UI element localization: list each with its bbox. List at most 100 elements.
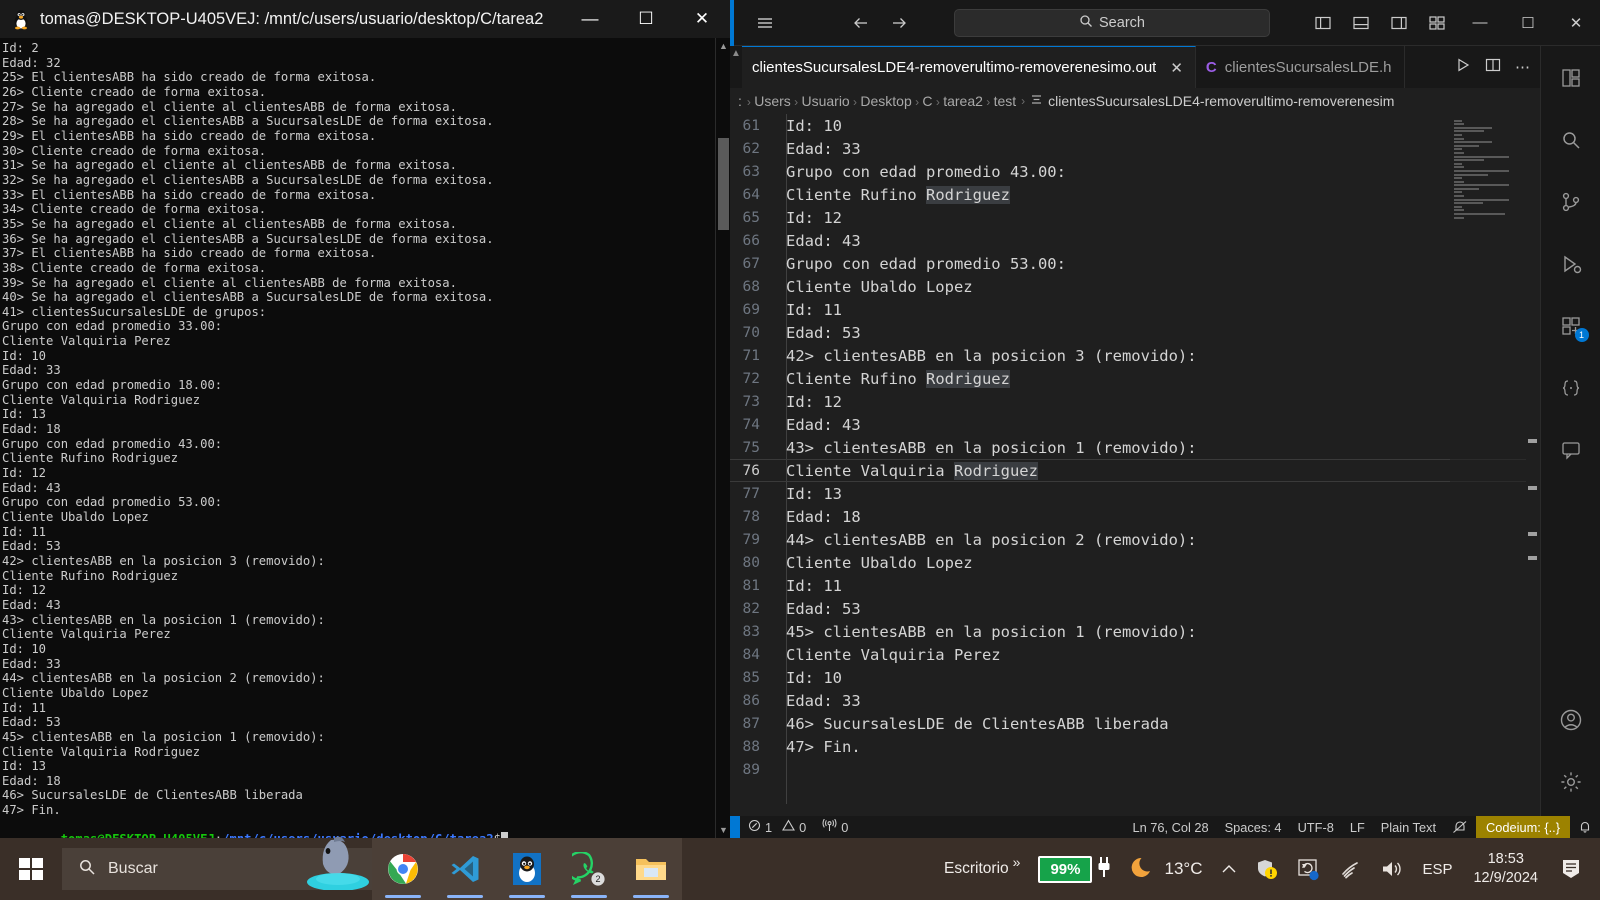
bell-icon[interactable] (1570, 816, 1600, 838)
code-line[interactable]: 69 Id: 11 (730, 298, 1540, 321)
customize-layout-icon[interactable] (1418, 6, 1456, 40)
taskbar-search[interactable]: Buscar (62, 836, 372, 891)
terminal-scroll-up-icon[interactable]: ▲ (716, 38, 730, 54)
code-line[interactable]: 75 43> clientesABB en la posicion 1 (remo… (730, 436, 1540, 459)
speaker-icon[interactable] (1373, 838, 1411, 900)
breadcrumb-item[interactable]: tarea2 (943, 93, 983, 109)
code-line[interactable]: 85 Id: 10 (730, 666, 1540, 689)
tab-scroll-caret-icon[interactable]: ▲ (730, 46, 742, 88)
explorer-icon[interactable] (1549, 58, 1593, 98)
split-editor-icon[interactable] (1485, 57, 1501, 77)
status-errors[interactable]: 1 0 (740, 816, 814, 838)
terminal-scroll-thumb[interactable] (718, 138, 729, 230)
chevron-up-icon[interactable] (1213, 838, 1245, 900)
vscode-minimize-button[interactable]: — (1456, 0, 1504, 46)
terminal-maximize-button[interactable]: ☐ (618, 0, 674, 38)
breadcrumb-file[interactable]: clientesSucursalesLDE4-removerultimo-rem… (1048, 93, 1394, 109)
run-and-debug-icon[interactable] (1549, 244, 1593, 284)
tray-battery[interactable]: 99% (1031, 838, 1118, 900)
code-line[interactable]: 63 Grupo con edad promedio 43.00: (730, 160, 1540, 183)
security-warning-icon[interactable] (1249, 838, 1285, 900)
toggle-panel-icon[interactable] (1342, 6, 1380, 40)
source-control-icon[interactable] (1549, 182, 1593, 222)
chat-icon[interactable] (1549, 430, 1593, 470)
code-line[interactable]: 73 Id: 12 (730, 390, 1540, 413)
code-line[interactable]: 65 Id: 12 (730, 206, 1540, 229)
search-icon[interactable] (1549, 120, 1593, 160)
status-indentation[interactable]: Spaces: 4 (1217, 816, 1290, 838)
code-line[interactable]: 70 Edad: 53 (730, 321, 1540, 344)
code-line[interactable]: 76 Cliente Valquiria Rodriguez (730, 459, 1540, 482)
toggle-secondary-sidebar-icon[interactable] (1380, 6, 1418, 40)
breadcrumb-item[interactable]: Users (754, 93, 791, 109)
windows-start-icon[interactable] (0, 838, 62, 900)
taskbar-app-vscode[interactable] (434, 838, 496, 900)
terminal-minimize-button[interactable]: — (562, 0, 618, 38)
accounts-icon[interactable] (1549, 700, 1593, 740)
code-line[interactable]: 72 Cliente Rufino Rodriguez (730, 367, 1540, 390)
code-line[interactable]: 89 (730, 758, 1540, 781)
language-indicator[interactable]: ESP (1415, 838, 1459, 900)
code-line[interactable]: 86 Edad: 33 (730, 689, 1540, 712)
breadcrumb-item[interactable]: Desktop (860, 93, 911, 109)
status-cursor-position[interactable]: Ln 76, Col 28 (1125, 816, 1217, 838)
terminal-titlebar[interactable]: tomas@DESKTOP-U405VEJ: /mnt/c/users/usua… (0, 0, 730, 38)
status-ports[interactable]: 0 (814, 816, 856, 838)
code-line[interactable]: 66 Edad: 43 (730, 229, 1540, 252)
command-center-search[interactable]: Search (954, 8, 1270, 37)
breadcrumb-item[interactable]: test (994, 93, 1017, 109)
code-editor[interactable]: 61 Id: 10 62 Edad: 33 63 Grupo con edad prome… (730, 114, 1540, 804)
code-line[interactable]: 61 Id: 10 (730, 114, 1540, 137)
taskbar-app-whatsapp[interactable]: 2 (558, 838, 620, 900)
breadcrumb-item[interactable]: Usuario (801, 93, 849, 109)
code-line[interactable]: 80 Cliente Ubaldo Lopez (730, 551, 1540, 574)
close-icon[interactable]: ✕ (1170, 59, 1183, 77)
code-line[interactable]: 74 Edad: 43 (730, 413, 1540, 436)
code-line[interactable]: 83 45> clientesABB en la posicion 1 (remo… (730, 620, 1540, 643)
status-eol[interactable]: LF (1342, 816, 1373, 838)
codeium-braces-icon[interactable] (1549, 368, 1593, 408)
code-line[interactable]: 88 47> Fin. (730, 735, 1540, 758)
status-codeium[interactable]: Codeium: {..} (1476, 816, 1570, 838)
code-line[interactable]: 78 Edad: 18 (730, 505, 1540, 528)
code-line[interactable]: 82 Edad: 53 (730, 597, 1540, 620)
notifications-muted-icon[interactable] (1444, 816, 1476, 838)
arrow-left-icon[interactable] (842, 6, 880, 40)
tray-weather[interactable]: 13°C (1122, 838, 1209, 900)
windows-update-icon[interactable] (1289, 838, 1327, 900)
chevron-double-right-icon[interactable]: » (1013, 854, 1021, 870)
editor-tab-active[interactable]: clientesSucursalesLDE4-removerultimo-rem… (742, 46, 1196, 88)
status-language-mode[interactable]: Plain Text (1373, 816, 1444, 838)
taskbar-app-chrome[interactable] (372, 838, 434, 900)
terminal-output[interactable]: Id: 2 Edad: 32 25> El clientesABB ha sido … (0, 38, 730, 838)
clock[interactable]: 18:53 12/9/2024 (1463, 850, 1548, 888)
editor-tab-inactive[interactable]: C clientesSucursalesLDE.h (1195, 46, 1405, 88)
code-line[interactable]: 77 Id: 13 (730, 482, 1540, 505)
terminal-close-button[interactable]: ✕ (674, 0, 730, 38)
code-line[interactable]: 67 Grupo con edad promedio 53.00: (730, 252, 1540, 275)
tray-desktop-label[interactable]: Escritorio » (937, 838, 1027, 900)
vscode-close-button[interactable]: ✕ (1552, 0, 1600, 46)
remote-window-indicator[interactable] (730, 816, 740, 838)
hamburger-menu-icon[interactable] (746, 6, 784, 40)
extensions-icon[interactable]: 1 (1549, 306, 1593, 346)
toggle-primary-sidebar-icon[interactable] (1304, 6, 1342, 40)
run-play-icon[interactable] (1455, 57, 1471, 77)
code-line[interactable]: 87 46> SucursalesLDE de ClientesABB liber… (730, 712, 1540, 735)
vscode-maximize-button[interactable]: ☐ (1504, 0, 1552, 46)
terminal-scrollbar[interactable]: ▲ ▼ (715, 38, 730, 838)
code-line[interactable]: 64 Cliente Rufino Rodriguez (730, 183, 1540, 206)
code-line[interactable]: 68 Cliente Ubaldo Lopez (730, 275, 1540, 298)
terminal-scroll-down-icon[interactable]: ▼ (716, 822, 730, 838)
code-line[interactable]: 79 44> clientesABB en la posicion 2 (remo… (730, 528, 1540, 551)
more-actions-icon[interactable]: ⋯ (1515, 58, 1530, 76)
minimap[interactable] (1450, 114, 1526, 804)
arrow-right-icon[interactable] (880, 6, 918, 40)
wifi-icon[interactable] (1331, 838, 1369, 900)
manage-settings-icon[interactable] (1549, 762, 1593, 802)
code-line[interactable]: 62 Edad: 33 (730, 137, 1540, 160)
status-encoding[interactable]: UTF-8 (1290, 816, 1342, 838)
taskbar-app-file-explorer[interactable] (620, 838, 682, 900)
editor-scrollbar[interactable] (1526, 114, 1540, 804)
code-line[interactable]: 81 Id: 11 (730, 574, 1540, 597)
